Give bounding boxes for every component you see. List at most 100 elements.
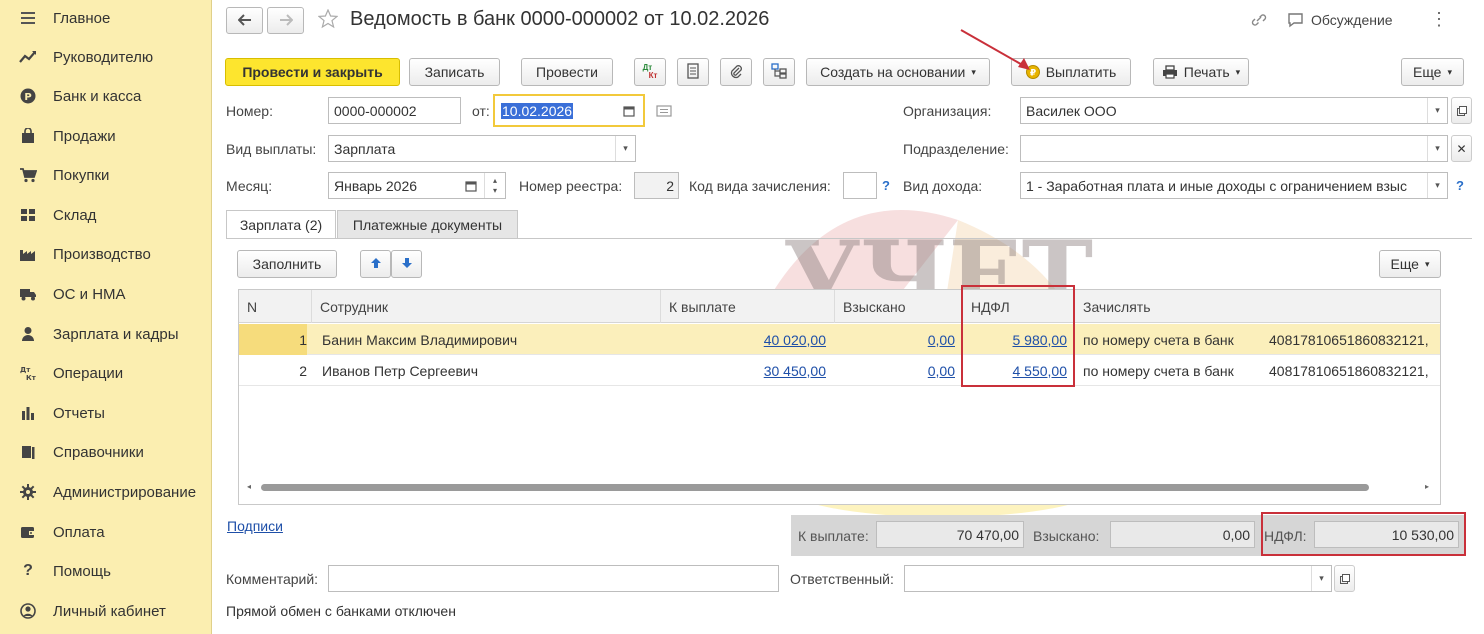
horizontal-scrollbar[interactable]: ◂ ▸ (247, 480, 1434, 494)
menu-icon (17, 8, 39, 28)
open-organization-button[interactable] (1451, 97, 1472, 124)
scrollbar-thumb[interactable] (261, 484, 1369, 491)
comment-field[interactable] (328, 565, 779, 592)
caret-down-icon[interactable]: ▾ (493, 186, 497, 196)
sidebar-item-manager[interactable]: Руководителю (0, 39, 212, 75)
column-header-n[interactable]: N (239, 290, 312, 323)
sidebar-item-reports[interactable]: Отчеты (0, 395, 212, 431)
more-actions-icon[interactable]: ⋮ (1430, 9, 1448, 30)
income-type-field[interactable]: 1 - Заработная плата и иные доходы с огр… (1020, 172, 1448, 199)
sidebar-item-bank[interactable]: Р Банк и касса (0, 78, 212, 114)
dropdown-icon[interactable]: ▾ (1427, 136, 1447, 161)
month-stepper[interactable]: ▴ ▾ (484, 173, 505, 198)
tab-payment-documents[interactable]: Платежные документы (337, 210, 518, 239)
cell-withheld[interactable]: 0,00 (835, 324, 955, 355)
sidebar-item-sales[interactable]: Продажи (0, 118, 212, 154)
sidebar-item-label: Помощь (53, 562, 111, 580)
factory-icon (17, 244, 39, 264)
registry-number-field[interactable]: 2 (634, 172, 679, 199)
calendar-icon[interactable] (465, 179, 477, 195)
pay-type-field[interactable]: Зарплата ▾ (328, 135, 636, 162)
department-field[interactable]: ▾ (1020, 135, 1448, 162)
scroll-left-icon[interactable]: ◂ (247, 482, 251, 491)
calendar-icon[interactable] (623, 104, 635, 120)
structure-button[interactable] (763, 58, 795, 86)
sidebar-item-label: Зарплата и кадры (53, 325, 179, 343)
sidebar-item-label: Производство (53, 245, 151, 263)
move-up-button[interactable] (360, 250, 391, 278)
table-row[interactable]: 1 Банин Максим Владимирович 40 020,00 0,… (239, 324, 1440, 355)
sidebar-item-label: Оплата (53, 523, 105, 541)
cell-to-pay[interactable]: 40 020,00 (661, 324, 826, 355)
cell-withheld[interactable]: 0,00 (835, 355, 955, 386)
sidebar-item-help[interactable]: ? Помощь (0, 553, 212, 589)
sidebar-item-label: Руководителю (53, 48, 154, 66)
table-row[interactable]: 2 Иванов Петр Сергеевич 30 450,00 0,00 4… (239, 355, 1440, 386)
save-button[interactable]: Записать (409, 58, 500, 86)
column-header-employee[interactable]: Сотрудник (312, 290, 661, 323)
dropdown-icon[interactable]: ▾ (1311, 566, 1331, 591)
move-down-button[interactable] (391, 250, 422, 278)
open-window-icon (1339, 571, 1350, 587)
help-icon[interactable]: ? (882, 178, 890, 193)
responsible-field[interactable]: ▾ (904, 565, 1332, 592)
discussion-button[interactable]: Обсуждение (1311, 12, 1393, 28)
discussion-icon[interactable] (1287, 12, 1305, 31)
attach-button[interactable] (720, 58, 752, 86)
caret-up-icon[interactable]: ▴ (493, 176, 497, 186)
post-button[interactable]: Провести (521, 58, 613, 86)
back-button[interactable] (226, 7, 263, 34)
open-responsible-button[interactable] (1334, 565, 1355, 592)
post-and-close-button[interactable]: Провести и закрыть (225, 58, 400, 86)
document-list-button[interactable] (677, 58, 709, 86)
number-field[interactable]: 0000-000002 (328, 97, 461, 124)
dropdown-icon[interactable]: ▾ (615, 136, 635, 161)
forward-button[interactable] (267, 7, 304, 34)
sidebar-item-production[interactable]: Производство (0, 236, 212, 272)
clear-department-button[interactable]: ✕ (1451, 135, 1472, 162)
svg-text:Кт: Кт (26, 374, 37, 381)
scroll-right-icon[interactable]: ▸ (1425, 482, 1429, 491)
sidebar-item-references[interactable]: Справочники (0, 434, 212, 470)
sidebar-item-salary[interactable]: Зарплата и кадры (0, 316, 212, 352)
account-icon (17, 601, 39, 621)
document-form: УЧЕТ БЕЗ ЗАБОТ Ведомость в банк 0000-000… (213, 0, 1484, 634)
paperclip-icon (729, 63, 743, 82)
comment-note-icon[interactable] (656, 104, 672, 120)
column-header-withheld[interactable]: Взыскано (835, 290, 963, 323)
sidebar-item-operations[interactable]: Дт Кт Операции (0, 355, 212, 391)
month-field[interactable]: Январь 2026 (328, 172, 506, 199)
help-icon[interactable]: ? (1456, 178, 1464, 193)
print-button[interactable]: Печать ▾ (1153, 58, 1249, 86)
star-icon[interactable] (317, 8, 339, 32)
fill-button[interactable]: Заполнить (237, 250, 337, 278)
tab-salary[interactable]: Зарплата (2) (226, 210, 336, 239)
signatures-link[interactable]: Подписи (227, 518, 283, 534)
dropdown-icon[interactable]: ▾ (1427, 173, 1447, 198)
more-button[interactable]: Еще ▾ (1401, 58, 1464, 86)
sidebar-item-payment[interactable]: Оплата (0, 514, 212, 550)
sidebar-item-label: Главное (53, 9, 111, 27)
truck-icon (17, 284, 39, 304)
sidebar-item-warehouse[interactable]: Склад (0, 197, 212, 233)
debit-credit-icon: Дт Кт (17, 363, 39, 383)
sidebar-item-account[interactable]: Личный кабинет (0, 593, 212, 629)
organization-field[interactable]: Василек ООО ▾ (1020, 97, 1448, 124)
cell-to-pay[interactable]: 30 450,00 (661, 355, 826, 386)
sidebar-item-purchases[interactable]: Покупки (0, 157, 212, 193)
sidebar-item-label: Операции (53, 364, 124, 382)
gear-icon (17, 482, 39, 502)
dropdown-icon[interactable]: ▾ (1427, 98, 1447, 123)
wallet-icon (17, 522, 39, 542)
column-header-to-pay[interactable]: К выплате (661, 290, 835, 323)
sidebar-item-main[interactable]: Главное (0, 0, 212, 36)
link-icon[interactable] (1250, 12, 1268, 31)
sidebar-item-assets[interactable]: ОС и НМА (0, 276, 212, 312)
accrual-code-field[interactable] (843, 172, 877, 199)
debit-credit-button[interactable]: Дт Кт (634, 58, 666, 86)
arrow-down-icon (401, 256, 413, 272)
table-more-button[interactable]: Еще ▾ (1379, 250, 1441, 278)
sidebar-item-admin[interactable]: Администрирование (0, 474, 212, 510)
cell-employee: Банин Максим Владимирович (322, 331, 518, 348)
column-header-credit[interactable]: Зачислять (1075, 290, 1440, 323)
